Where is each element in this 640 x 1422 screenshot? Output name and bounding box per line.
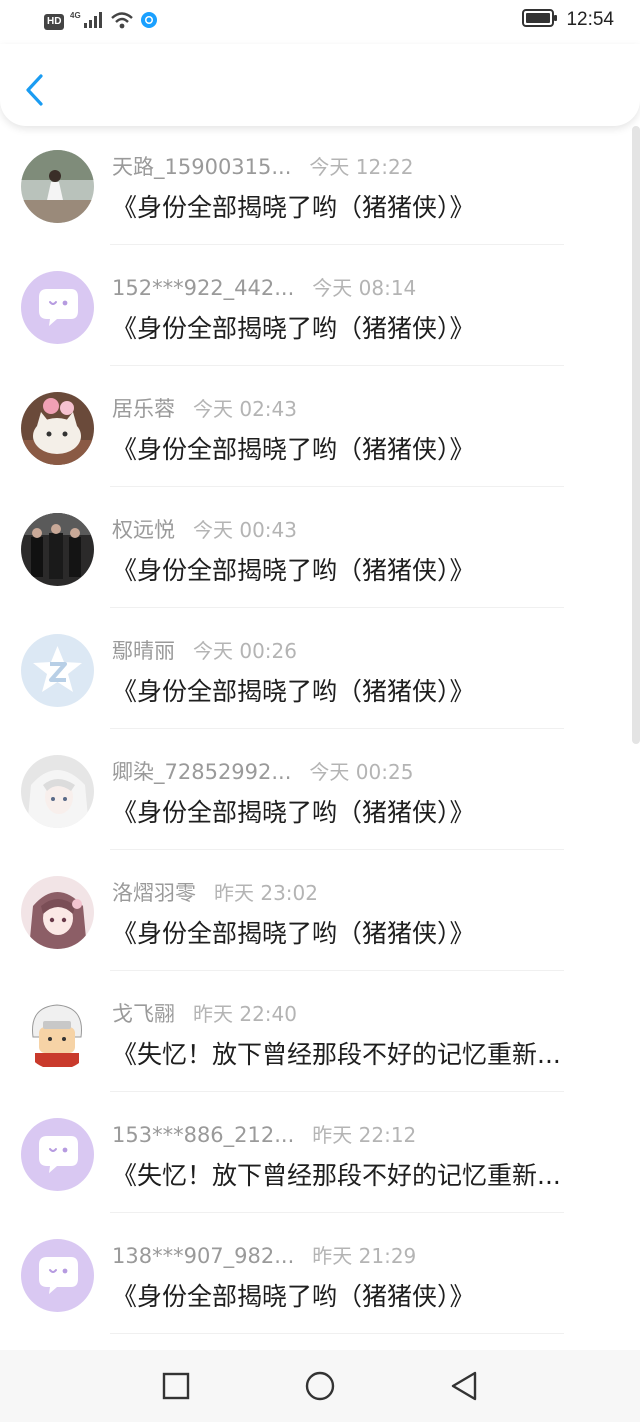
- status-bar: HD 4G 12:54: [0, 0, 640, 44]
- message-time: 今天 00:26: [193, 639, 297, 663]
- default-chat-avatar[interactable]: [21, 1118, 94, 1191]
- message-time: 昨天 22:40: [193, 1002, 297, 1026]
- list-item[interactable]: 洛熠羽零 昨天 23:02 《身份全部揭晓了哟（猪猪侠）》: [0, 850, 640, 971]
- list-item[interactable]: 鄢晴丽 今天 00:26 《身份全部揭晓了哟（猪猪侠）》: [0, 608, 640, 729]
- message-text: 《身份全部揭晓了哟（猪猪侠）》: [112, 556, 475, 585]
- sender-name: 权远悦: [112, 518, 175, 542]
- message-list[interactable]: 天路_15900315... 今天 12:22 《身份全部揭晓了哟（猪猪侠）》 …: [0, 124, 640, 1350]
- top-bar: [0, 44, 640, 126]
- message-time: 今天 00:43: [193, 518, 297, 542]
- hd-badge: HD: [44, 14, 65, 30]
- sender-name: 153***886_212...: [112, 1123, 295, 1147]
- default-chat-avatar[interactable]: [21, 1239, 94, 1312]
- message-text: 《身份全部揭晓了哟（猪猪侠）》: [112, 435, 475, 464]
- message-text: 《失忆！放下曾经那段不好的记忆重新...: [112, 1040, 561, 1069]
- sender-name: 洛熠羽零: [112, 881, 196, 905]
- scrollbar[interactable]: [632, 126, 640, 744]
- message-text: 《身份全部揭晓了哟（猪猪侠）》: [112, 677, 475, 706]
- item-meta: 卿染_72852992... 今天 00:25: [112, 756, 413, 786]
- message-text: 《身份全部揭晓了哟（猪猪侠）》: [112, 314, 475, 343]
- status-time: 12:54: [566, 9, 614, 30]
- sender-name: 戈飞翮: [112, 1002, 175, 1026]
- list-item[interactable]: 153***886_212... 昨天 22:12 《失忆！放下曾经那段不好的记…: [0, 1092, 640, 1213]
- recents-button[interactable]: [159, 1369, 193, 1403]
- sender-name: 鄢晴丽: [112, 639, 175, 663]
- message-time: 今天 12:22: [309, 155, 414, 179]
- sender-name: 卿染_72852992...: [112, 760, 292, 784]
- item-meta: 138***907_982... 昨天 21:29: [112, 1240, 416, 1269]
- network-label: 4G: [70, 11, 81, 20]
- home-button[interactable]: [303, 1369, 337, 1403]
- nav-back-button[interactable]: [447, 1369, 481, 1403]
- list-item[interactable]: 卿染_72852992... 今天 00:25 《身份全部揭晓了哟（猪猪侠）》: [0, 729, 640, 850]
- list-item[interactable]: 戈飞翮 昨天 22:40 《失忆！放下曾经那段不好的记忆重新...: [0, 971, 640, 1092]
- message-time: 昨天 22:12: [312, 1123, 417, 1147]
- message-time: 今天 00:25: [309, 760, 414, 784]
- sender-name: 138***907_982...: [112, 1244, 295, 1268]
- signal-icon: 4G: [70, 10, 104, 34]
- item-meta: 戈飞翮 昨天 22:40: [112, 998, 297, 1028]
- message-time: 今天 08:14: [312, 276, 417, 300]
- item-meta: 权远悦 今天 00:43: [112, 514, 297, 544]
- status-right: 12:54: [522, 8, 614, 32]
- item-meta: 居乐蓉 今天 02:43: [112, 393, 297, 423]
- item-meta: 153***886_212... 昨天 22:12: [112, 1119, 416, 1148]
- battery-icon: [522, 8, 558, 32]
- back-button[interactable]: [18, 70, 52, 110]
- circle-icon: [305, 1371, 335, 1401]
- message-time: 昨天 21:29: [312, 1244, 417, 1268]
- list-item[interactable]: 天路_15900315... 今天 12:22 《身份全部揭晓了哟（猪猪侠）》: [0, 124, 640, 245]
- default-chat-avatar[interactable]: [21, 271, 94, 344]
- message-text: 《身份全部揭晓了哟（猪猪侠）》: [112, 1282, 475, 1311]
- message-text: 《失忆！放下曾经那段不好的记忆重新...: [112, 1161, 561, 1190]
- message-text: 《身份全部揭晓了哟（猪猪侠）》: [112, 193, 475, 222]
- list-item[interactable]: 权远悦 今天 00:43 《身份全部揭晓了哟（猪猪侠）》: [0, 487, 640, 608]
- app-notification-icon: [140, 11, 158, 33]
- item-meta: 鄢晴丽 今天 00:26: [112, 635, 297, 665]
- message-time: 昨天 23:02: [214, 881, 318, 905]
- group-photo-avatar[interactable]: [21, 513, 94, 586]
- system-nav-bar: [0, 1350, 640, 1422]
- z-logo-avatar[interactable]: [21, 634, 94, 707]
- chevron-left-icon: [26, 74, 43, 106]
- anime-girl-avatar[interactable]: [21, 876, 94, 949]
- list-item[interactable]: 152***922_442... 今天 08:14 《身份全部揭晓了哟（猪猪侠）…: [0, 245, 640, 366]
- divider: [110, 1333, 564, 1334]
- list-item[interactable]: 居乐蓉 今天 02:43 《身份全部揭晓了哟（猪猪侠）》: [0, 366, 640, 487]
- message-time: 今天 02:43: [193, 397, 297, 421]
- sender-name: 天路_15900315...: [112, 155, 292, 179]
- item-meta: 洛熠羽零 昨天 23:02: [112, 877, 318, 907]
- sender-name: 居乐蓉: [112, 397, 175, 421]
- list-item[interactable]: 138***907_982... 昨天 21:29 《身份全部揭晓了哟（猪猪侠）…: [0, 1213, 640, 1334]
- item-meta: 152***922_442... 今天 08:14: [112, 272, 416, 301]
- message-text: 《身份全部揭晓了哟（猪猪侠）》: [112, 798, 475, 827]
- sender-name: 152***922_442...: [112, 276, 295, 300]
- anime-white-hair-avatar[interactable]: [21, 755, 94, 828]
- ninja-chibi-avatar[interactable]: [21, 997, 94, 1070]
- status-left: HD 4G: [44, 10, 158, 34]
- wifi-icon: [110, 10, 134, 34]
- cat-avatar[interactable]: [21, 392, 94, 465]
- photo-girl-avatar[interactable]: [21, 150, 94, 223]
- message-text: 《身份全部揭晓了哟（猪猪侠）》: [112, 919, 475, 948]
- triangle-back-icon: [451, 1371, 477, 1401]
- item-meta: 天路_15900315... 今天 12:22: [112, 151, 413, 181]
- square-icon: [162, 1372, 190, 1400]
